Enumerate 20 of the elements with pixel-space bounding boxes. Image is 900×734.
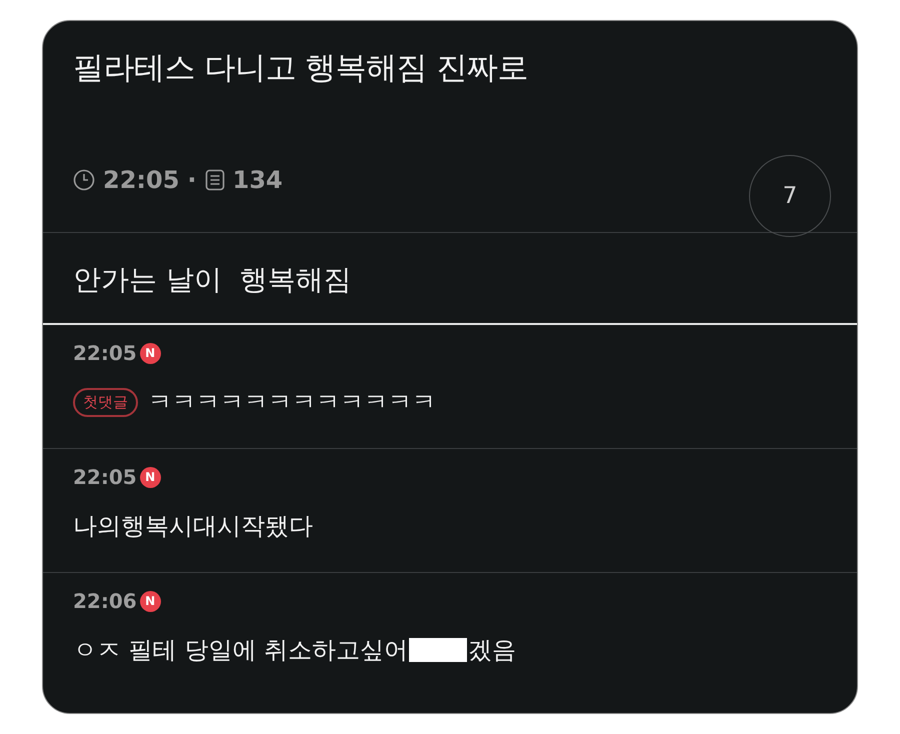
post-body: 안가는 날이 행복해짐 xyxy=(43,233,857,325)
redaction-block xyxy=(408,638,467,662)
post-title: 필라테스 다니고 행복해짐 진짜로 xyxy=(73,49,528,88)
new-badge: N xyxy=(140,466,161,488)
view-count: 134 xyxy=(232,166,283,194)
post-time: 22:05 xyxy=(103,166,180,194)
comment-text: ㅇㅈ 필테 당일에 취소하고싶어 xyxy=(73,635,408,666)
document-icon xyxy=(204,169,225,191)
comment-time: 22:06 xyxy=(73,589,137,613)
comment-count-button[interactable]: 7 xyxy=(749,155,831,237)
comment-text: 겠음 xyxy=(468,635,516,666)
meta-separator: · xyxy=(187,166,197,194)
comment-time: 22:05 xyxy=(73,465,137,489)
comment-text: 나의행복시대시작됐다 xyxy=(73,511,313,542)
new-badge: N xyxy=(140,342,161,364)
clock-icon xyxy=(73,169,95,191)
comment-time: 22:05 xyxy=(73,341,137,365)
comment-text: ㅋㅋㅋㅋㅋㅋㅋㅋㅋㅋㅋㅋ xyxy=(148,387,436,418)
first-comment-tag: 첫댓글 xyxy=(73,388,138,416)
new-badge: N xyxy=(140,590,161,612)
